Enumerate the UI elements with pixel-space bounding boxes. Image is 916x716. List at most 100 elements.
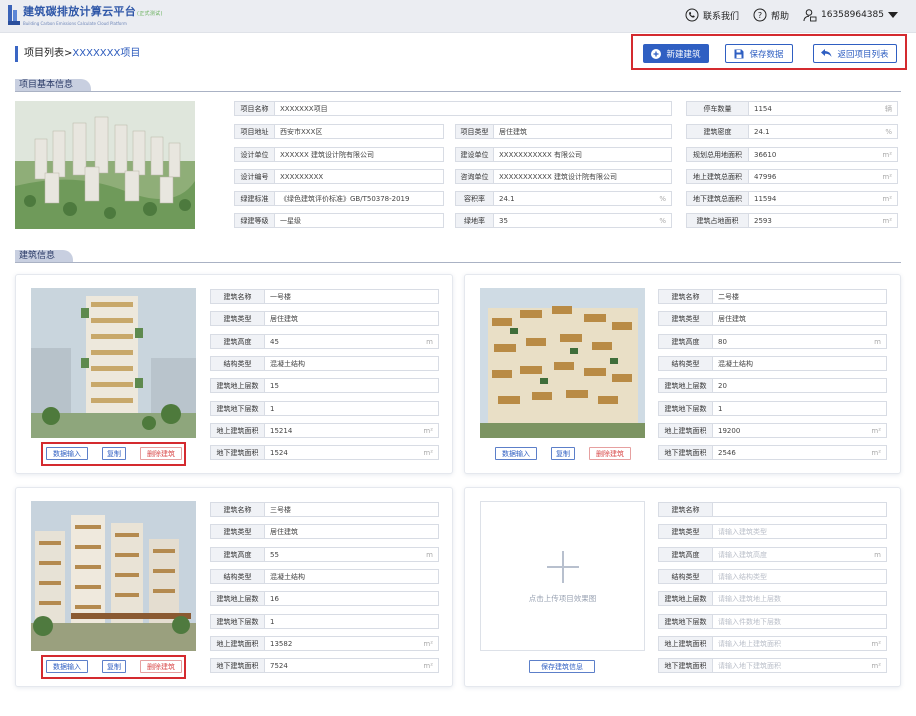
delete-building-button[interactable]: 删除建筑 — [140, 447, 182, 460]
building-height-input[interactable]: 请输入建筑高度 m — [712, 547, 887, 562]
building-type-input[interactable]: 居住建筑 — [264, 311, 439, 326]
building-type-label: 建筑类型 — [210, 311, 264, 326]
breadcrumb-current: XXXXXXX项目 — [72, 48, 141, 59]
area-above-input[interactable]: 请输入地上建筑面积 m² — [712, 636, 887, 651]
building-type-input[interactable]: 请输入建筑类型 — [712, 524, 887, 539]
below-area-value: 11594 — [754, 194, 777, 203]
green-rate-input[interactable]: 35% — [493, 213, 672, 228]
building-height-label: 建筑高度 — [210, 547, 264, 562]
building-height-field: 建筑高度 80 m — [658, 334, 887, 349]
building-height-input[interactable]: 80 m — [712, 334, 887, 349]
building-type-input[interactable]: 居住建筑 — [712, 311, 887, 326]
project-name-input[interactable]: XXXXXXX项目 — [274, 101, 672, 116]
building-height-field: 建筑高度 45 m — [210, 334, 439, 349]
action-button-group: 新建建筑 保存数据 返回项目列表 — [631, 34, 907, 70]
save-data-button[interactable]: 保存数据 — [725, 44, 793, 63]
building-name-input[interactable]: 三号楼 — [264, 502, 439, 517]
building-3-image — [31, 501, 196, 651]
above-area-input[interactable]: 47996 m² — [748, 169, 898, 184]
building-info-section-header: 建筑信息 — [15, 250, 901, 263]
upload-rendering-area[interactable]: 点击上传项目效果图 — [480, 501, 645, 651]
structure-type-field: 结构类型 混凝土结构 — [210, 569, 439, 584]
project-type-input[interactable]: 居住建筑 — [493, 124, 672, 139]
breadcrumb-parent[interactable]: 项目列表> — [24, 48, 72, 59]
area-unit: m² — [871, 639, 881, 648]
floors-below-input[interactable]: 1 — [264, 614, 439, 629]
floors-above-input[interactable]: 请输入建筑地上层数 — [712, 591, 887, 606]
building-height-value: 80 — [718, 337, 727, 346]
floors-below-input[interactable]: 请输入件数地下层数 — [712, 614, 887, 629]
area-above-placeholder: 请输入地上建筑面积 — [718, 639, 781, 648]
footprint-field: 建筑占地面积 2593 m² — [686, 213, 898, 228]
far-input[interactable]: 24.1% — [493, 191, 672, 206]
floors-below-input[interactable]: 1 — [712, 401, 887, 416]
building-name-input[interactable]: 二号楼 — [712, 289, 887, 304]
floors-above-input[interactable]: 16 — [264, 591, 439, 606]
delete-building-button[interactable]: 删除建筑 — [140, 660, 182, 673]
green-grade-field: 绿建等级 一星级 — [234, 213, 444, 228]
below-area-unit: m² — [882, 194, 892, 203]
area-below-input[interactable]: 2546 m² — [712, 445, 887, 460]
land-area-input[interactable]: 36610 m² — [748, 147, 898, 162]
structure-type-input[interactable]: 请输入结构类型 — [712, 569, 887, 584]
building-name-input[interactable]: 一号楼 — [264, 289, 439, 304]
new-building-label: 新建建筑 — [666, 49, 701, 60]
building-name-field: 建筑名称 一号楼 — [210, 289, 439, 304]
data-input-button[interactable]: 数据输入 — [46, 447, 88, 460]
below-area-label: 地下建筑总面积 — [686, 191, 748, 206]
area-below-input[interactable]: 1524 m² — [264, 445, 439, 460]
area-below-value: 7524 — [270, 661, 288, 670]
green-standard-input[interactable]: 《绿色建筑评价标准》GB/T50378-2019 — [274, 191, 444, 206]
copy-button[interactable]: 复制 — [102, 660, 126, 673]
data-input-button[interactable]: 数据输入 — [495, 447, 537, 460]
new-building-button[interactable]: 新建建筑 — [643, 44, 709, 63]
delete-building-button[interactable]: 删除建筑 — [589, 447, 631, 460]
contact-link[interactable]: 联系我们 — [685, 8, 739, 22]
green-rate-field: 绿地率 35% — [455, 213, 672, 228]
parking-input[interactable]: 1154 辆 — [748, 101, 898, 116]
data-input-button[interactable]: 数据输入 — [46, 660, 88, 673]
building-card-1: 数据输入 复制 删除建筑 建筑名称 一号楼 建筑类型 居住建筑 建筑高度 45 m 结构… — [15, 274, 453, 474]
building-2-image — [480, 288, 645, 438]
floors-above-input[interactable]: 20 — [712, 378, 887, 393]
copy-button[interactable]: 复制 — [102, 447, 126, 460]
area-below-input[interactable]: 请输入地下建筑面积 m² — [712, 658, 887, 673]
user-menu[interactable]: 16358964385 — [803, 8, 902, 22]
area-unit: m² — [423, 639, 433, 648]
density-input[interactable]: 24.1% — [748, 124, 898, 139]
build-unit-input[interactable]: XXXXXXXXXXX 有限公司 — [493, 147, 672, 162]
structure-type-input[interactable]: 混凝土结构 — [712, 356, 887, 371]
copy-button[interactable]: 复制 — [551, 447, 575, 460]
project-type-field: 项目类型 居住建筑 — [455, 124, 672, 139]
consult-unit-input[interactable]: XXXXXXXXXXX 建筑设计院有限公司 — [493, 169, 672, 184]
help-link[interactable]: ? 帮助 — [753, 8, 789, 22]
building-height-value: 55 — [270, 550, 279, 559]
building-3-actions: 数据输入 复制 删除建筑 — [46, 660, 182, 673]
area-above-value: 13582 — [270, 639, 293, 648]
area-above-input[interactable]: 13582 m² — [264, 636, 439, 651]
area-above-input[interactable]: 15214 m² — [264, 423, 439, 438]
structure-type-input[interactable]: 混凝土结构 — [264, 569, 439, 584]
area-below-input[interactable]: 7524 m² — [264, 658, 439, 673]
floors-above-input[interactable]: 15 — [264, 378, 439, 393]
building-type-input[interactable]: 居住建筑 — [264, 524, 439, 539]
green-grade-input[interactable]: 一星级 — [274, 213, 444, 228]
building-height-input[interactable]: 45 m — [264, 334, 439, 349]
app-logo[interactable]: 建筑碳排放计算云平台(正式测试) Building Carbon Emissio… — [8, 5, 163, 27]
structure-type-input[interactable]: 混凝土结构 — [264, 356, 439, 371]
above-area-unit: m² — [882, 172, 892, 181]
footprint-unit: m² — [882, 216, 892, 225]
building-height-input[interactable]: 55 m — [264, 547, 439, 562]
building-name-input[interactable] — [712, 502, 887, 517]
floors-below-input[interactable]: 1 — [264, 401, 439, 416]
save-building-info-button[interactable]: 保存建筑信息 — [529, 660, 595, 673]
footprint-input[interactable]: 2593 m² — [748, 213, 898, 228]
back-to-list-button[interactable]: 返回项目列表 — [813, 44, 897, 63]
design-unit-input[interactable]: XXXXXX 建筑设计院有限公司 — [274, 147, 444, 162]
project-info-section-header: 项目基本信息 — [15, 79, 901, 92]
back-to-list-label: 返回项目列表 — [837, 49, 889, 60]
design-no-input[interactable]: XXXXXXXXX — [274, 169, 444, 184]
below-area-input[interactable]: 11594 m² — [748, 191, 898, 206]
project-address-input[interactable]: 西安市XXX区 — [274, 124, 444, 139]
area-above-input[interactable]: 19200 m² — [712, 423, 887, 438]
